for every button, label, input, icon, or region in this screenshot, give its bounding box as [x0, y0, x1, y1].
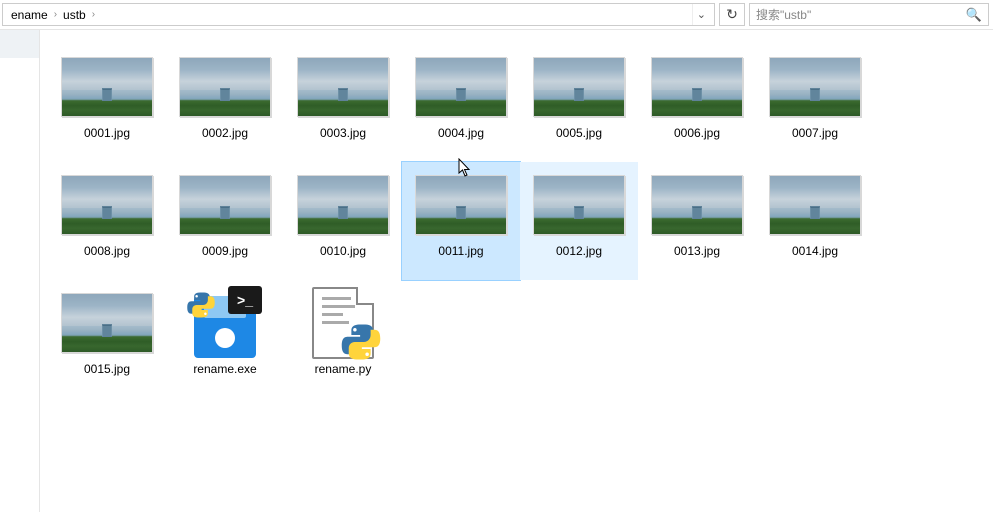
file-label: 0013.jpg: [674, 244, 720, 260]
file-thumbnail: [413, 50, 509, 124]
file-thumbnail: [531, 168, 627, 242]
file-item[interactable]: 0007.jpg: [756, 44, 874, 162]
file-label: 0004.jpg: [438, 126, 484, 142]
file-thumbnail: [767, 168, 863, 242]
refresh-icon: ↻: [726, 6, 738, 23]
image-thumbnail: [769, 57, 861, 117]
file-label: 0014.jpg: [792, 244, 838, 260]
image-thumbnail: [297, 57, 389, 117]
file-grid[interactable]: 0001.jpg 0002.jpg 0003.jpg 0004.jpg 0005.jpg…: [40, 30, 993, 512]
file-item[interactable]: 0012.jpg: [520, 162, 638, 280]
image-thumbnail: [179, 175, 271, 235]
file-thumbnail: [59, 168, 155, 242]
file-label: 0010.jpg: [320, 244, 366, 260]
file-label: 0003.jpg: [320, 126, 366, 142]
file-item[interactable]: 0002.jpg: [166, 44, 284, 162]
file-item[interactable]: 0005.jpg: [520, 44, 638, 162]
exe-icon: >_: [190, 288, 260, 358]
file-thumbnail: [177, 168, 273, 242]
refresh-button[interactable]: ↻: [719, 3, 745, 26]
file-thumbnail: [413, 168, 509, 242]
file-label: rename.exe: [193, 362, 256, 378]
file-item[interactable]: >_ rename.exe: [166, 280, 284, 398]
file-thumbnail: [767, 50, 863, 124]
image-thumbnail: [415, 57, 507, 117]
breadcrumb-part[interactable]: ename: [7, 4, 52, 25]
sidebar-item[interactable]: [0, 30, 39, 58]
file-thumbnail: [649, 168, 745, 242]
file-label: 0009.jpg: [202, 244, 248, 260]
file-item[interactable]: 0014.jpg: [756, 162, 874, 280]
file-item[interactable]: 0006.jpg: [638, 44, 756, 162]
main: 0001.jpg 0002.jpg 0003.jpg 0004.jpg 0005.jpg…: [0, 30, 993, 512]
chevron-right-icon: ›: [52, 9, 59, 20]
file-thumbnail: [295, 50, 391, 124]
file-thumbnail: [59, 286, 155, 360]
file-item[interactable]: 0010.jpg: [284, 162, 402, 280]
file-thumbnail: [649, 50, 745, 124]
image-thumbnail: [415, 175, 507, 235]
file-item[interactable]: 0001.jpg: [48, 44, 166, 162]
file-label: 0001.jpg: [84, 126, 130, 142]
file-thumbnail: [295, 168, 391, 242]
python-file-icon: [312, 287, 374, 359]
file-thumbnail: [177, 50, 273, 124]
file-item[interactable]: rename.py: [284, 280, 402, 398]
nav-sidebar[interactable]: [0, 30, 40, 512]
file-thumbnail: [59, 50, 155, 124]
file-label: 0005.jpg: [556, 126, 602, 142]
image-thumbnail: [651, 57, 743, 117]
image-thumbnail: [297, 175, 389, 235]
history-dropdown-icon[interactable]: ⌄: [692, 4, 710, 25]
search-placeholder: 搜索"ustb": [756, 6, 966, 23]
file-label: 0008.jpg: [84, 244, 130, 260]
breadcrumb[interactable]: ename › ustb › ⌄: [2, 3, 715, 26]
file-label: 0007.jpg: [792, 126, 838, 142]
breadcrumb-part[interactable]: ustb: [59, 4, 90, 25]
file-label: 0002.jpg: [202, 126, 248, 142]
image-thumbnail: [533, 57, 625, 117]
file-item[interactable]: 0011.jpg: [402, 162, 520, 280]
file-label: 0012.jpg: [556, 244, 602, 260]
file-label: rename.py: [315, 362, 372, 378]
chevron-right-icon: ›: [90, 9, 97, 20]
image-thumbnail: [769, 175, 861, 235]
file-item[interactable]: 0004.jpg: [402, 44, 520, 162]
file-item[interactable]: 0009.jpg: [166, 162, 284, 280]
file-thumbnail: >_: [177, 286, 273, 360]
file-item[interactable]: 0013.jpg: [638, 162, 756, 280]
toolbar: ename › ustb › ⌄ ↻ 搜索"ustb" 🔍: [0, 0, 993, 30]
file-label: 0006.jpg: [674, 126, 720, 142]
file-item[interactable]: 0003.jpg: [284, 44, 402, 162]
image-thumbnail: [651, 175, 743, 235]
file-label: 0015.jpg: [84, 362, 130, 378]
file-thumbnail: [295, 286, 391, 360]
image-thumbnail: [61, 293, 153, 353]
file-item[interactable]: 0008.jpg: [48, 162, 166, 280]
file-item[interactable]: 0015.jpg: [48, 280, 166, 398]
image-thumbnail: [533, 175, 625, 235]
search-input[interactable]: 搜索"ustb" 🔍: [749, 3, 989, 26]
image-thumbnail: [61, 57, 153, 117]
sidebar-item[interactable]: [0, 58, 39, 86]
image-thumbnail: [61, 175, 153, 235]
file-thumbnail: [531, 50, 627, 124]
file-label: 0011.jpg: [438, 244, 483, 260]
search-icon: 🔍: [966, 7, 982, 23]
image-thumbnail: [179, 57, 271, 117]
